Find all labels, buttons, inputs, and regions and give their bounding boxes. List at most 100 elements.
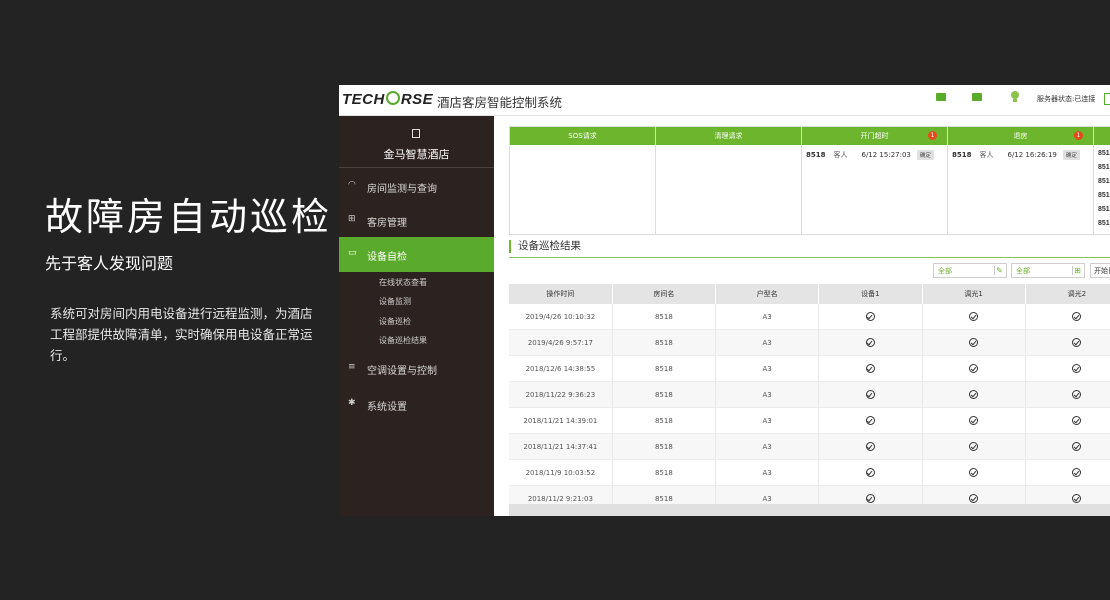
check-circle-icon [1072, 416, 1082, 425]
col-header[interactable]: 操作时间 [509, 284, 613, 304]
status-cell [922, 459, 1026, 486]
subnav-patrol-result[interactable]: 设备巡检结果 [379, 335, 427, 346]
check-circle-icon [865, 494, 875, 503]
status-cell [1025, 459, 1110, 486]
room-number: 851 [1098, 192, 1110, 199]
table-cell: 8518 [612, 381, 717, 408]
table-cell: A3 [715, 433, 820, 460]
confirm-button[interactable]: 确定 [1062, 150, 1080, 160]
table-row[interactable]: 2018/12/6 14:38:55 8518 A3 [509, 355, 1110, 382]
table-cell: 8518 [612, 407, 717, 434]
check-circle-icon [969, 390, 979, 399]
check-circle-icon [865, 312, 875, 321]
table-cell: A3 [715, 381, 820, 408]
table-cell: A3 [715, 407, 820, 434]
sos-request-panel: SOS请求 [509, 126, 656, 235]
table-header-row: 操作时间 房间名 户型名 设备1 调光1 调光2 [509, 284, 1110, 304]
filter-select-2[interactable]: 全部 ⊞ [1011, 263, 1085, 278]
nav-system-settings[interactable]: ✱ 系统设置 [339, 387, 494, 421]
room-number: 851 [1098, 220, 1110, 227]
table-cell: 2018/12/6 14:38:55 [509, 355, 613, 382]
status-cell [818, 355, 923, 382]
status-cell [1025, 304, 1110, 330]
app-screenshot: TECH RSE 酒店客房智能控制系统 服务器状态:已连接 金马智慧酒店 ◠ 房间… [339, 85, 1110, 516]
table-cell: A3 [715, 304, 820, 330]
table-cell: A3 [715, 355, 820, 382]
extra-panel: 851 851 851 851 851 851 [1093, 126, 1110, 235]
results-table: 操作时间 房间名 户型名 设备1 调光1 调光2 2019/4/26 10:10… [509, 284, 1110, 512]
col-header[interactable]: 户型名 [715, 284, 820, 304]
col-header[interactable]: 调光1 [922, 284, 1026, 304]
check-circle-icon [969, 364, 979, 373]
grid-select-icon: ⊞ [1072, 266, 1082, 275]
chat-icon[interactable] [972, 93, 982, 101]
status-cell [922, 407, 1026, 434]
section-divider [509, 257, 1110, 258]
nav-room-monitor[interactable]: ◠ 房间监测与查询 [339, 169, 494, 203]
promo-description: 系统可对房间内用电设备进行远程监测，为酒店工程部提供故障清单，实时确保用电设备正… [50, 306, 313, 363]
check-circle-icon [1072, 338, 1082, 347]
status-cell [818, 433, 923, 460]
wrench-icon: ✎ [994, 266, 1004, 275]
check-circle-icon [1072, 364, 1082, 373]
check-circle-icon [865, 390, 875, 399]
checkout-panel: 退房 1 8518 客人 6/12 16:26:19 确定 [947, 126, 1094, 235]
room-number: 851 [1098, 150, 1110, 157]
nav-room-management[interactable]: ⊞ 客房管理 [339, 203, 494, 237]
table-row[interactable]: 2019/4/26 10:10:32 8518 A3 [509, 304, 1110, 330]
subnav-device-patrol[interactable]: 设备巡检 [379, 316, 411, 327]
col-header[interactable]: 房间名 [612, 284, 717, 304]
check-circle-icon [969, 494, 979, 503]
check-circle-icon [865, 468, 875, 477]
check-circle-icon [969, 468, 979, 477]
check-circle-icon [1072, 390, 1082, 399]
status-cell [1025, 355, 1110, 382]
table-row[interactable]: 2018/11/21 14:37:41 8518 A3 [509, 433, 1110, 460]
panel-header [1094, 127, 1110, 145]
table-row[interactable]: 2019/4/26 9:57:17 8518 A3 [509, 329, 1110, 356]
check-circle-icon [865, 364, 875, 373]
status-cell [818, 459, 923, 486]
server-status: 服务器状态:已连接 [1037, 95, 1096, 103]
confirm-button[interactable]: 确定 [916, 150, 934, 160]
horizontal-scrollbar[interactable] [509, 504, 1110, 516]
check-circle-icon [865, 442, 875, 451]
sidebar: 金马智慧酒店 ◠ 房间监测与查询 ⊞ 客房管理 ▭ 设备自检 在线状态查看 设备… [339, 116, 494, 516]
table-cell: 2019/4/26 9:57:17 [509, 329, 613, 356]
nav-device-selfcheck[interactable]: ▭ 设备自检 [339, 237, 494, 272]
status-cell [818, 304, 923, 330]
alert-badge: 1 [1074, 131, 1083, 140]
table-row[interactable]: 2018/11/9 10:03:52 8518 A3 [509, 459, 1110, 486]
brand-logo: TECH RSE [342, 91, 434, 108]
table-row[interactable]: 2018/11/22 9:36:23 8518 A3 [509, 381, 1110, 408]
filter-select-1[interactable]: 全部 ✎ [933, 263, 1007, 278]
nav-aircon[interactable]: ≡ 空调设置与控制 [339, 351, 494, 385]
system-name: 酒店客房智能控制系统 [437, 95, 563, 110]
status-cell [1025, 381, 1110, 408]
grid-icon: ⊞ [348, 214, 356, 224]
subnav-online-status[interactable]: 在线状态查看 [379, 277, 427, 288]
table-row[interactable]: 2018/11/21 14:39:01 8518 A3 [509, 407, 1110, 434]
room-number: 851 [1098, 164, 1110, 171]
section-title: 设备巡检结果 [509, 240, 581, 253]
subnav-device-monitor[interactable]: 设备监测 [379, 296, 411, 307]
status-cell [1025, 329, 1110, 356]
top-bar: TECH RSE 酒店客房智能控制系统 服务器状态:已连接 [339, 85, 1110, 116]
hotel-icon [412, 129, 420, 138]
check-circle-icon [1072, 468, 1082, 477]
table-cell: A3 [715, 459, 820, 486]
check-circle-icon [969, 338, 979, 347]
panel-header: 退房 1 [948, 127, 1093, 145]
col-header[interactable]: 设备1 [818, 284, 923, 304]
message-icon[interactable] [936, 93, 946, 101]
check-circle-icon [865, 416, 875, 425]
check-circle-icon [1072, 494, 1082, 503]
status-cell [818, 407, 923, 434]
start-date-input[interactable]: 开始日 [1090, 263, 1110, 278]
status-cell [922, 329, 1026, 356]
bulb-icon[interactable] [1011, 91, 1019, 102]
table-cell: 2018/11/22 9:36:23 [509, 381, 613, 408]
col-header[interactable]: 调光2 [1025, 284, 1110, 304]
status-box-icon [1104, 93, 1110, 105]
promo-subline: 先于客人发现问题 [45, 254, 174, 273]
